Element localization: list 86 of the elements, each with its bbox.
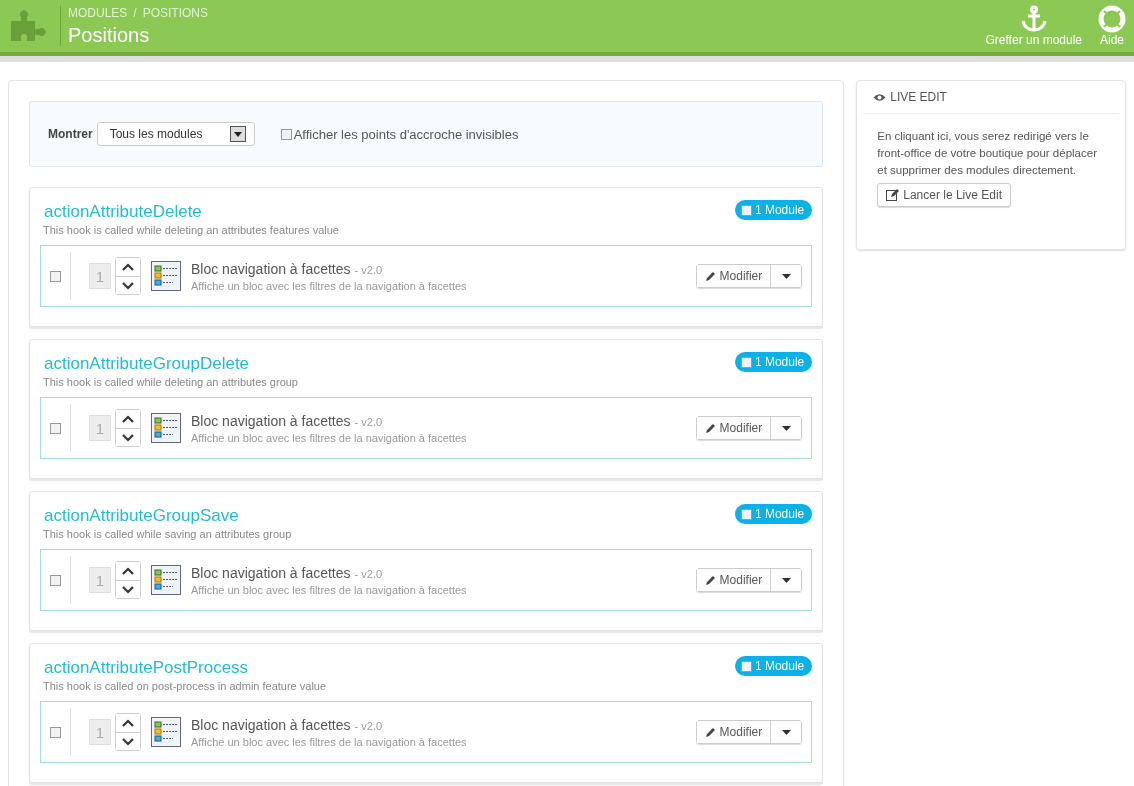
checkbox-label: Afficher les points d'accroche invisibles — [293, 126, 519, 142]
list-icon — [151, 413, 181, 443]
edit-button[interactable]: Modifier — [696, 569, 772, 591]
breadcrumb-link[interactable]: MODULES — [68, 5, 128, 20]
position-number: 1 — [89, 263, 111, 289]
toolbar-button[interactable]: Greffer un module — [985, 5, 1082, 47]
caret-icon — [781, 273, 791, 279]
position-number: 1 — [89, 415, 111, 441]
toolbar-button[interactable]: Aide — [1098, 5, 1126, 47]
module-select[interactable]: Tous les modules — [96, 122, 255, 146]
checkbox[interactable] — [740, 660, 752, 672]
module-name: Bloc navigation à facettes — [191, 565, 351, 581]
checkbox[interactable] — [740, 508, 752, 520]
edit-button[interactable]: Modifier — [696, 721, 772, 743]
chevron-up-icon — [122, 567, 134, 575]
live-edit-button[interactable]: Lancer le Live Edit — [877, 183, 1011, 207]
anchor-icon — [1019, 5, 1048, 33]
position-number: 1 — [89, 719, 111, 745]
move-down-button[interactable] — [116, 276, 140, 294]
chevron-down-icon — [122, 737, 134, 746]
edit-button[interactable]: Modifier — [696, 417, 772, 439]
pencil-icon — [704, 422, 717, 434]
chevron-down-icon — [122, 433, 134, 442]
list-icon — [151, 717, 181, 747]
hook-name: actionAttributeDelete — [43, 202, 202, 222]
module-name: Bloc navigation à facettes — [191, 717, 351, 733]
hook-name: actionAttributeGroupSave — [43, 506, 239, 526]
checkbox[interactable] — [280, 128, 292, 140]
breadcrumb-separator: / — [133, 5, 137, 20]
module-description: Affiche un bloc avec les filtres de la navigation à facettes — [191, 280, 468, 292]
hook-description: This hook is called on post-process in admin feature value — [42, 680, 328, 692]
module-description: Affiche un bloc avec les filtres de la navigation à facettes — [191, 432, 468, 444]
checkbox[interactable] — [50, 726, 61, 738]
module-description: Affiche un bloc avec les filtres de la navigation à facettes — [191, 584, 468, 596]
module-description: Affiche un bloc avec les filtres de la navigation à facettes — [191, 736, 468, 748]
edit-icon — [886, 189, 900, 201]
edit-button[interactable]: Modifier — [696, 265, 772, 287]
checkbox[interactable] — [740, 204, 752, 216]
hook-description: This hook is called while deleting an attributes group — [42, 376, 299, 388]
dropdown-toggle[interactable] — [771, 265, 802, 287]
move-down-button[interactable] — [116, 580, 140, 598]
chevron-up-icon — [122, 263, 134, 271]
chevron-up-icon — [122, 415, 134, 423]
checkbox[interactable] — [50, 270, 61, 282]
module-count-badge[interactable]: 1 Module — [734, 200, 813, 220]
pencil-icon — [704, 574, 717, 586]
checkbox[interactable] — [50, 422, 61, 434]
checkbox[interactable] — [740, 356, 752, 368]
chevron-down-icon — [122, 281, 134, 290]
module-count-badge[interactable]: 1 Module — [734, 504, 813, 524]
filter-label: Montrer — [48, 127, 93, 141]
hook-name: actionAttributePostProcess — [43, 658, 249, 678]
page-title: Positions — [68, 23, 151, 47]
eye-icon — [873, 92, 887, 102]
breadcrumb-link[interactable]: POSITIONS — [142, 5, 209, 20]
module-version: - v2.0 — [354, 264, 383, 276]
pencil-icon — [704, 270, 717, 282]
caret-icon — [781, 577, 791, 583]
module-name: Bloc navigation à facettes — [191, 261, 351, 277]
module-count-badge[interactable]: 1 Module — [734, 352, 813, 372]
module-version: - v2.0 — [354, 416, 383, 428]
dropdown-toggle[interactable] — [771, 721, 802, 743]
caret-icon — [781, 729, 791, 735]
move-down-button[interactable] — [116, 732, 140, 750]
list-icon — [151, 261, 181, 291]
caret-icon — [781, 425, 791, 431]
live-edit-text: En cliquant ici, vous serez redirigé vers le front-office de votre boutique pour déplacer et supprimer des modules directement. — [876, 129, 1098, 178]
module-name: Bloc navigation à facettes — [191, 413, 351, 429]
lifebuoy-icon — [1098, 5, 1126, 33]
move-down-button[interactable] — [116, 428, 140, 446]
module-version: - v2.0 — [354, 720, 383, 732]
dropdown-toggle[interactable] — [771, 569, 802, 591]
caret-icon — [233, 131, 242, 137]
position-number: 1 — [89, 567, 111, 593]
hook-description: This hook is called while saving an attributes group — [42, 528, 293, 540]
pencil-icon — [704, 726, 717, 738]
list-icon — [151, 565, 181, 595]
chevron-down-icon — [122, 585, 134, 594]
checkbox[interactable] — [50, 574, 61, 586]
hook-description: This hook is called while deleting an attributes features value — [42, 224, 340, 236]
module-count-badge[interactable]: 1 Module — [734, 656, 813, 676]
chevron-up-icon — [122, 719, 134, 727]
module-version: - v2.0 — [354, 568, 383, 580]
dropdown-toggle[interactable] — [771, 417, 802, 439]
hook-name: actionAttributeGroupDelete — [43, 354, 250, 374]
panel-title: LIVE EDIT — [890, 90, 947, 104]
